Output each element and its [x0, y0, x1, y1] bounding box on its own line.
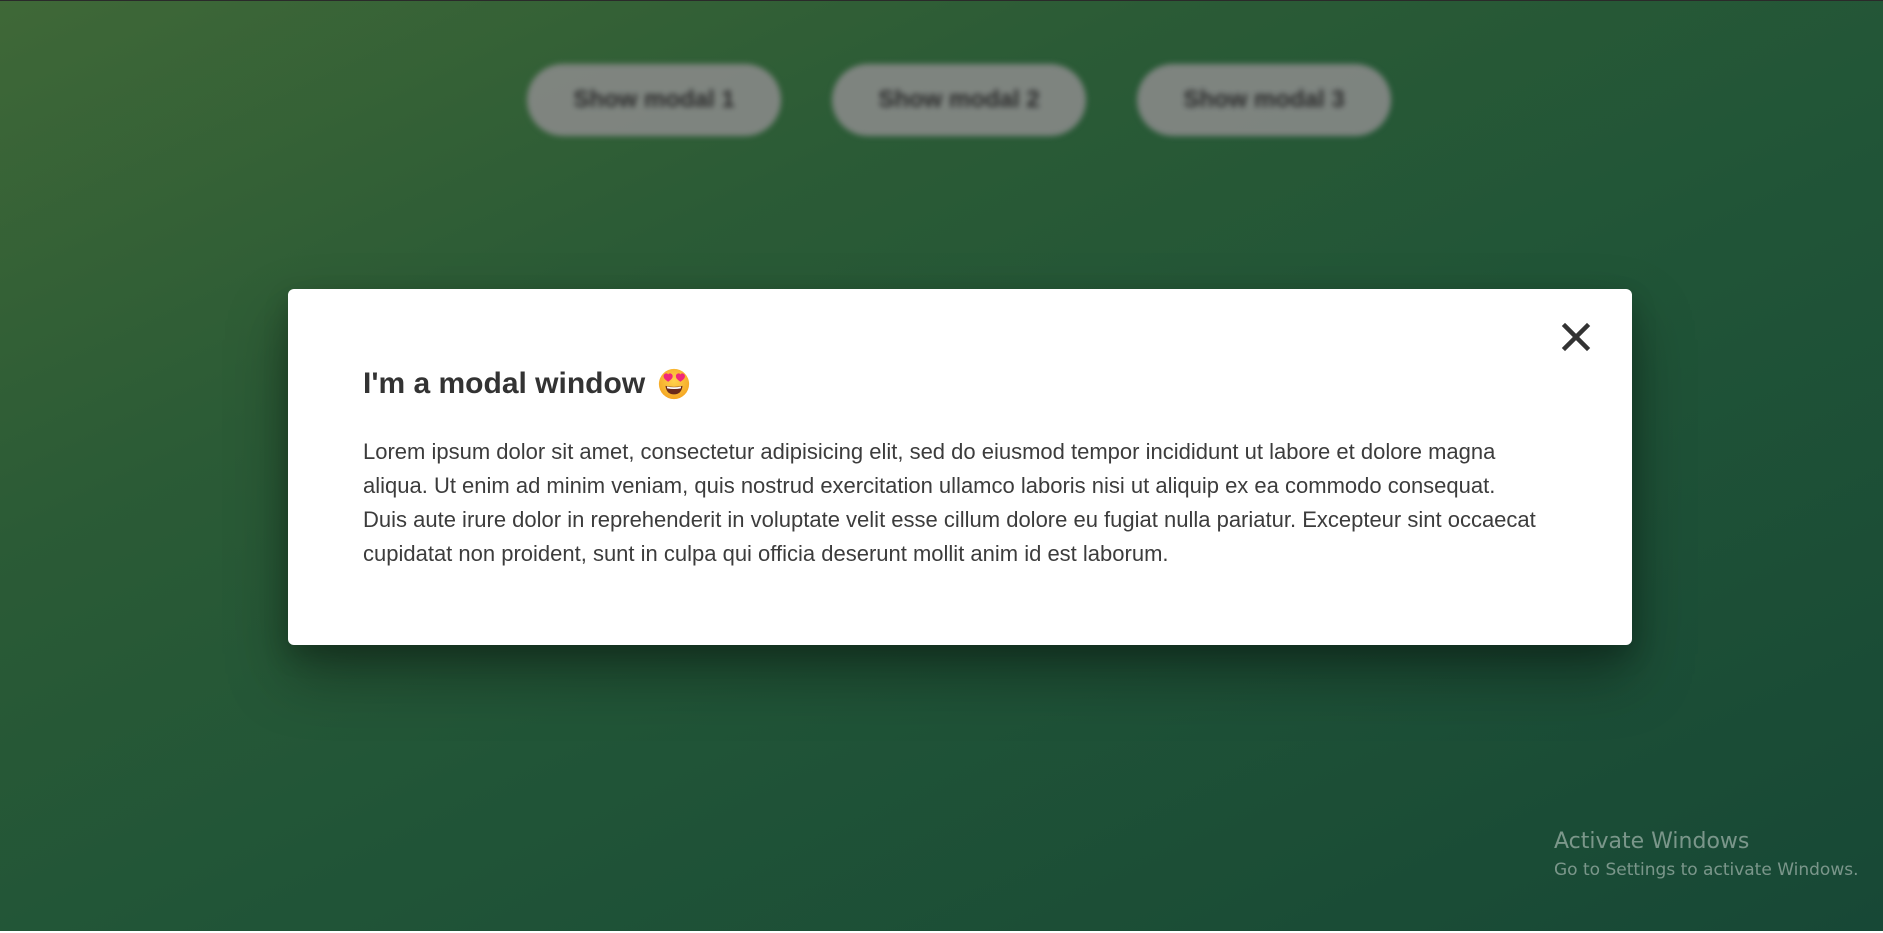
close-icon	[1561, 322, 1591, 352]
modal-window: I'm a modal window Lorem ipsum dolor sit…	[288, 289, 1632, 645]
top-border	[0, 0, 1883, 1]
modal-body-text: Lorem ipsum dolor sit amet, consectetur …	[363, 439, 1536, 566]
watermark-subtitle: Go to Settings to activate Windows.	[1554, 860, 1859, 880]
watermark-title: Activate Windows	[1554, 829, 1750, 854]
activate-windows-watermark: Activate Windows Go to Settings to activ…	[1554, 827, 1859, 883]
modal-title: I'm a modal window	[363, 367, 691, 401]
show-modal-2-button[interactable]: Show modal 2	[832, 64, 1086, 136]
smiling-face-with-heart-eyes-icon	[659, 368, 690, 400]
modal-close-button[interactable]	[1558, 319, 1594, 355]
modal-title-text: I'm a modal window	[363, 367, 646, 400]
background-button-row: Show modal 1 Show modal 2 Show modal 3	[0, 64, 1883, 136]
show-modal-3-button[interactable]: Show modal 3	[1137, 64, 1391, 136]
show-modal-1-button[interactable]: Show modal 1	[527, 64, 781, 136]
